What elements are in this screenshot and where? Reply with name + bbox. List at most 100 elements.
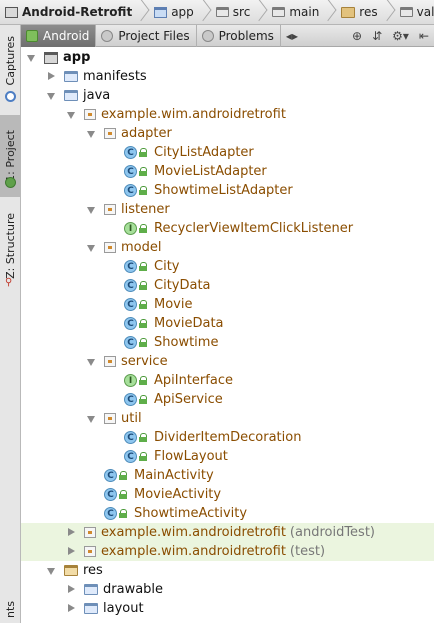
res-folder-icon [64,565,78,576]
problems-icon [201,29,214,42]
tree-row[interactable]: util [21,409,434,428]
tab-android[interactable]: Android [21,24,97,47]
hide-icon[interactable]: ⇤ [419,29,429,43]
tree-row[interactable]: C CityData [21,276,434,295]
tree-row[interactable]: layout [21,599,434,618]
tree-row[interactable]: C ShowtimeActivity [21,504,434,523]
tab-captures[interactable]: Captures [0,31,21,91]
folder-icon [84,584,98,595]
breadcrumb-label: src [232,5,251,19]
tree-row[interactable]: C City [21,257,434,276]
tree-item-label: FlowLayout [154,449,228,464]
folder-icon [215,7,229,17]
package-icon [84,109,96,120]
tree-row[interactable]: app [21,48,434,67]
tree-row[interactable]: C ShowtimeListAdapter [21,181,434,200]
module-icon [154,6,168,18]
tab-project-files[interactable]: Project Files [96,24,197,47]
class-icon: C [104,488,117,501]
chevron-down-icon[interactable] [87,129,96,138]
breadcrumb-item[interactable]: Android-Retrofit [0,0,149,24]
tree-row[interactable]: C Movie [21,295,434,314]
tree-row[interactable]: listener [21,200,434,219]
chevron-right-icon[interactable] [67,585,76,594]
tree-row[interactable]: adapter [21,124,434,143]
breadcrumb-label: app [171,5,194,19]
tree-row[interactable]: drawable [21,580,434,599]
chevron-down-icon[interactable] [87,243,96,252]
tree-item-label: City [154,259,180,274]
chevron-down-icon[interactable] [67,110,76,119]
tree-item-label: MovieData [154,316,224,331]
package-icon [104,413,116,424]
project-icon [5,6,18,18]
tree-row[interactable]: C ApiService [21,390,434,409]
chevron-down-icon[interactable] [87,357,96,366]
chevron-right-icon[interactable] [47,72,56,81]
tree-row[interactable]: C MovieData [21,314,434,333]
collapse-icon[interactable]: ⇵ [372,29,382,43]
tab-bottom-truncated[interactable]: nts [0,597,21,623]
breadcrumb-item[interactable]: res [336,0,394,24]
chevron-right-icon[interactable] [67,528,76,537]
breadcrumb-item[interactable]: values [395,0,434,24]
tree-row[interactable]: C MainActivity [21,466,434,485]
visibility-lock-icon [139,186,148,195]
res-folder-icon [341,6,356,18]
tab-captures-label: Captures [4,36,17,86]
tab-project-files-label: Project Files [118,28,190,43]
visibility-lock-icon [139,262,148,271]
tab-structure[interactable]: Z: Structure [0,205,21,287]
tree-row[interactable]: C DividerItemDecoration [21,428,434,447]
tree-row[interactable]: model [21,238,434,257]
tab-problems[interactable]: Problems [197,24,281,47]
tree-row[interactable]: I RecyclerViewItemClickListener [21,219,434,238]
chevron-right-icon[interactable] [67,547,76,556]
tree-row[interactable]: example.wim.androidretrofit (androidTest) [21,523,434,542]
breadcrumb-separator [323,0,333,24]
tree-row[interactable]: java [21,86,434,105]
folder-icon [399,7,413,17]
folder-icon [84,603,98,614]
scroll-tabs-icon[interactable]: ◂▸ [286,29,298,43]
navigation-breadcrumb: Android-Retrofitappsrcmainresvaluesc [0,0,434,25]
captures-icon [5,91,16,102]
tree-row[interactable]: res [21,561,434,580]
project-files-icon [101,29,114,42]
breadcrumb-separator [198,0,208,24]
chevron-down-icon[interactable] [47,91,56,100]
tree-row[interactable]: C Showtime [21,333,434,352]
visibility-lock-icon [139,224,148,233]
package-icon [104,204,116,215]
visibility-lock-icon [139,338,148,347]
visibility-lock-icon [139,452,148,461]
breadcrumb-item[interactable]: main [267,0,336,24]
package-icon [104,242,116,253]
chevron-down-icon[interactable] [47,566,56,575]
breadcrumb-item[interactable]: src [211,0,268,24]
tree-row[interactable]: service [21,352,434,371]
tree-row[interactable]: example.wim.androidretrofit (test) [21,542,434,561]
gear-icon[interactable]: ⚙▾ [392,29,409,43]
class-icon: C [124,279,137,292]
tree-row[interactable]: I ApiInterface [21,371,434,390]
tab-bottom-label: nts [4,601,17,619]
tree-row[interactable]: example.wim.androidretrofit [21,105,434,124]
interface-icon: I [124,374,137,387]
breadcrumb-item[interactable]: app [149,0,211,24]
class-icon: C [124,336,137,349]
tree-row[interactable]: C MovieActivity [21,485,434,504]
tree-row[interactable]: C FlowLayout [21,447,434,466]
package-icon [84,546,96,557]
chevron-down-icon[interactable] [87,205,96,214]
class-icon: C [124,393,137,406]
tree-row[interactable]: manifests [21,67,434,86]
breadcrumb-separator [136,0,146,24]
chevron-down-icon[interactable] [87,414,96,423]
chevron-down-icon[interactable] [27,53,36,62]
tree-row[interactable]: C CityListAdapter [21,143,434,162]
tree-row[interactable]: C MovieListAdapter [21,162,434,181]
chevron-right-icon[interactable] [67,604,76,613]
sync-scroll-icon[interactable]: ⊕ [352,29,362,43]
visibility-lock-icon [119,471,128,480]
